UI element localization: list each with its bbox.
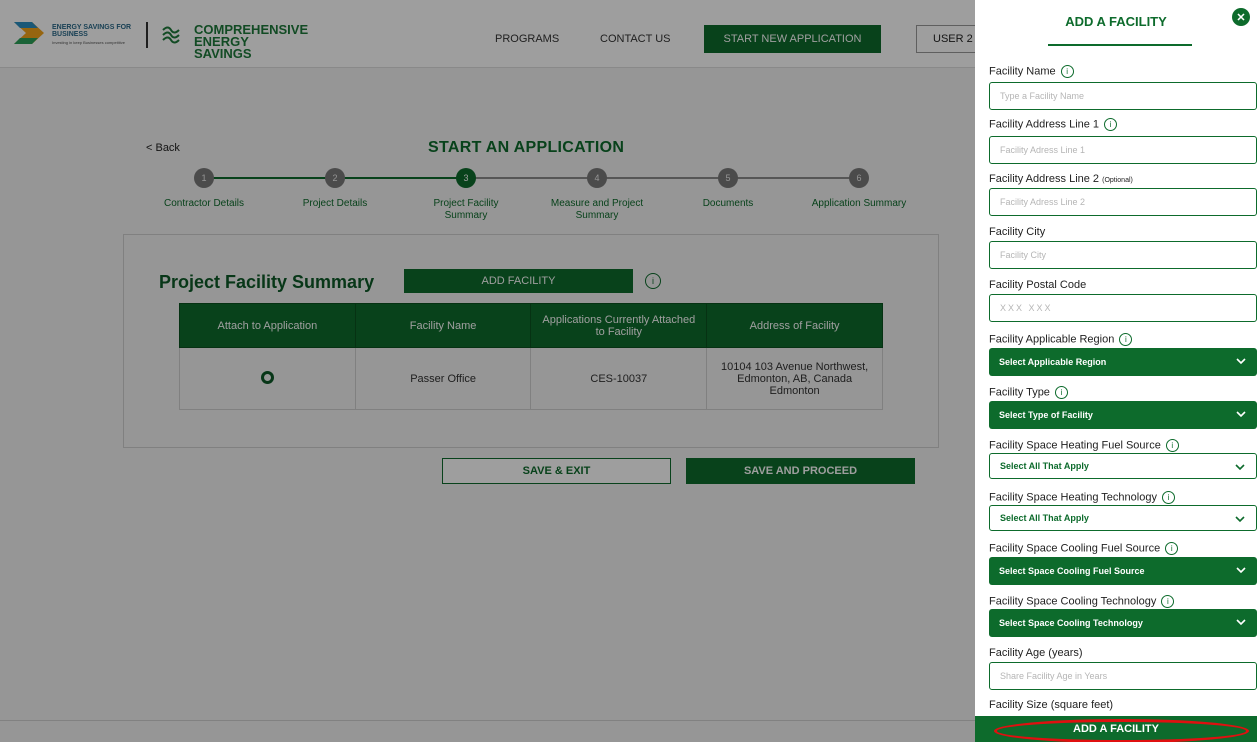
facility-age-label: Facility Age (years) (989, 647, 1083, 659)
address-line-1-input[interactable]: Facility Adress Line 1 (989, 136, 1257, 164)
chevron-down-icon (1236, 411, 1246, 418)
info-icon[interactable]: i (1104, 118, 1118, 131)
city-label: Facility City (989, 226, 1045, 238)
label-text: Facility Name (989, 65, 1056, 78)
chevron-down-icon (1236, 619, 1246, 626)
chevron-down-icon (1236, 567, 1246, 574)
select-value: Select Applicable Region (999, 357, 1107, 367)
info-icon[interactable]: i (1161, 595, 1175, 608)
facility-type-select[interactable]: Select Type of Facility (989, 401, 1257, 429)
label-text: Facility Age (years) (989, 647, 1083, 659)
region-label: Facility Applicable Region i (989, 333, 1133, 346)
label-text: Facility Space Heating Technology (989, 491, 1157, 504)
info-icon[interactable]: i (1060, 65, 1074, 78)
address-line-1-label: Facility Address Line 1 i (989, 118, 1118, 131)
info-icon[interactable]: i (1054, 386, 1068, 399)
heating-technology-label: Facility Space Heating Technology i (989, 491, 1175, 504)
address-line-2-input[interactable]: Facility Adress Line 2 (989, 188, 1257, 216)
label-text: Facility Address Line 1 (989, 118, 1100, 131)
region-select[interactable]: Select Applicable Region (989, 348, 1257, 376)
info-icon[interactable]: i (1165, 542, 1179, 555)
optional-tag: (Optional) (1102, 177, 1133, 184)
label-text: Facility Space Heating Fuel Source (989, 439, 1161, 452)
postal-code-label: Facility Postal Code (989, 279, 1086, 291)
cooling-fuel-select[interactable]: Select Space Cooling Fuel Source (989, 557, 1257, 585)
facility-age-input[interactable]: Share Facility Age in Years (989, 662, 1257, 690)
postal-code-input[interactable]: XXX XXX (989, 294, 1257, 322)
cooling-technology-label: Facility Space Cooling Technology i (989, 595, 1175, 608)
facility-name-label: Facility Name i (989, 65, 1074, 78)
label-text: Facility City (989, 226, 1046, 238)
chevron-down-icon (1235, 464, 1245, 471)
drawer-title: ADD A FACILITY (1065, 14, 1167, 29)
heating-fuel-label: Facility Space Heating Fuel Source i (989, 439, 1179, 452)
drawer-title-underline (1048, 44, 1192, 46)
cooling-technology-select[interactable]: Select Space Cooling Technology (989, 609, 1257, 637)
add-facility-drawer: ADD A FACILITY ✕ Facility Name i Type a F… (975, 0, 1257, 742)
chevron-down-icon (1236, 358, 1246, 365)
label-text: Facility Space Cooling Fuel Source (989, 542, 1161, 555)
info-icon[interactable]: i (1161, 491, 1175, 504)
modal-backdrop[interactable] (0, 0, 975, 742)
chevron-down-icon (1235, 516, 1245, 523)
select-value: Select Type of Facility (999, 410, 1093, 420)
close-icon[interactable]: ✕ (1232, 8, 1250, 26)
label-text: Facility Address Line 2 (989, 173, 1100, 185)
label-text: Facility Postal Code (989, 279, 1087, 291)
facility-type-label: Facility Type i (989, 386, 1068, 399)
info-icon[interactable]: i (1165, 439, 1179, 452)
highlight-annotation (994, 719, 1249, 742)
heating-fuel-select[interactable]: Select All That Apply (989, 453, 1257, 479)
select-value: Select Space Cooling Technology (999, 618, 1143, 628)
info-icon[interactable]: i (1119, 333, 1133, 346)
select-value: Select All That Apply (1000, 461, 1089, 471)
heating-technology-select[interactable]: Select All That Apply (989, 505, 1257, 531)
label-text: Facility Size (square feet) (989, 699, 1114, 711)
select-value: Select Space Cooling Fuel Source (999, 566, 1145, 576)
select-value: Select All That Apply (1000, 513, 1089, 523)
label-text: Facility Applicable Region (989, 333, 1115, 346)
label-text: Facility Type (989, 386, 1050, 399)
facility-size-label: Facility Size (square feet) (989, 699, 1113, 711)
cooling-fuel-label: Facility Space Cooling Fuel Source i (989, 542, 1179, 555)
facility-name-input[interactable]: Type a Facility Name (989, 82, 1257, 110)
label-text: Facility Space Cooling Technology (989, 595, 1157, 608)
address-line-2-label: Facility Address Line 2 (Optional) (989, 173, 1133, 185)
city-input[interactable]: Facility City (989, 241, 1257, 269)
